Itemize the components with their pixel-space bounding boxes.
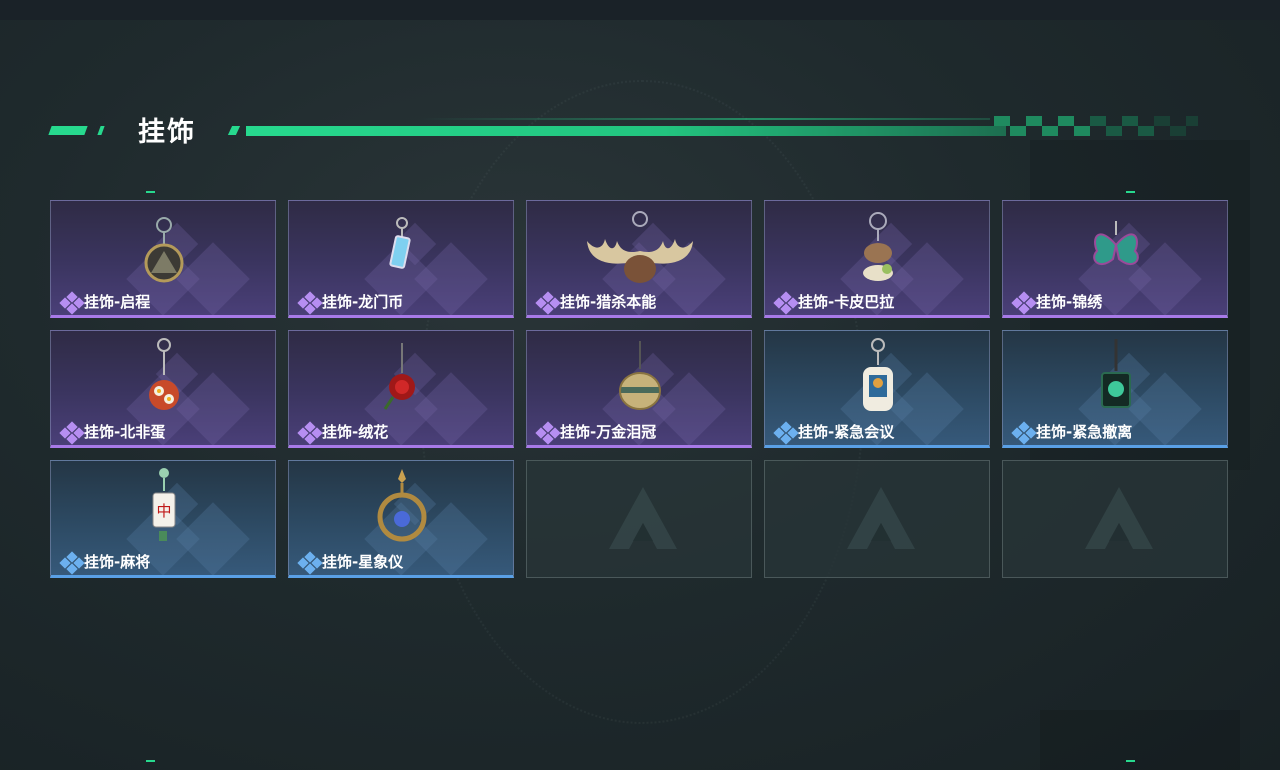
- rarity-diamond-icon: [297, 291, 323, 315]
- empty-charm-slot[interactable]: [526, 460, 752, 578]
- frame-corner-mark: [1126, 760, 1135, 762]
- empty-slot-logo-icon: [1083, 483, 1155, 555]
- charm-card[interactable]: 挂饰-万金泪冠: [526, 330, 752, 448]
- charm-label: 挂饰-北非蛋: [84, 423, 166, 441]
- flower-charm-icon: [383, 343, 415, 410]
- header-thin-line: [420, 118, 990, 120]
- charm-label: 挂饰-启程: [84, 293, 151, 311]
- rarity-diamond-icon: [535, 291, 561, 315]
- charm-card[interactable]: 挂饰-星象仪: [288, 460, 514, 578]
- frame-corner-mark: [146, 760, 155, 762]
- frame-corner-mark: [1126, 191, 1135, 193]
- antlers-charm-icon: [587, 211, 693, 283]
- svg-text:中: 中: [156, 502, 171, 520]
- rarity-diamond-icon: [59, 551, 85, 575]
- butterfly-charm-icon: [1093, 221, 1139, 265]
- charm-card[interactable]: 中挂饰-麻将: [50, 460, 276, 578]
- meeting-figure-charm-icon: [863, 338, 893, 411]
- charm-label: 挂饰-星象仪: [322, 553, 404, 571]
- frame-corner-mark: [146, 191, 155, 193]
- empty-slot-logo-icon: [845, 483, 917, 555]
- charm-card[interactable]: 挂饰-龙门币: [288, 200, 514, 318]
- astrolabe-charm-icon: [377, 469, 427, 542]
- egg-dish-charm-icon: [149, 338, 179, 410]
- empty-charm-slot[interactable]: [1002, 460, 1228, 578]
- header-accent-line: [246, 126, 1006, 136]
- charm-card[interactable]: 挂饰-锦绣: [1002, 200, 1228, 318]
- charm-card[interactable]: 挂饰-紧急会议: [764, 330, 990, 448]
- charm-label: 挂饰-卡皮巴拉: [798, 293, 895, 311]
- charm-label: 挂饰-紧急撤离: [1036, 423, 1133, 441]
- pendant-charm-icon: [144, 217, 184, 283]
- rarity-diamond-icon: [535, 421, 561, 445]
- rarity-diamond-icon: [297, 421, 323, 445]
- coin-tag-charm-icon: [389, 217, 411, 269]
- charm-card[interactable]: 挂饰-北非蛋: [50, 330, 276, 448]
- section-title: 挂饰: [138, 117, 196, 148]
- empty-slot-logo-icon: [607, 483, 679, 555]
- charm-card[interactable]: 挂饰-猎杀本能: [526, 200, 752, 318]
- rarity-diamond-icon: [1011, 421, 1037, 445]
- charm-label: 挂饰-猎杀本能: [560, 293, 657, 311]
- header-accent-dash: [48, 126, 88, 135]
- rarity-diamond-icon: [297, 551, 323, 575]
- capybara-charm-icon: [863, 212, 893, 281]
- header-checker-pattern: [992, 116, 1202, 136]
- charm-label: 挂饰-龙门币: [322, 293, 404, 311]
- header-accent-dash: [97, 126, 105, 135]
- charm-card[interactable]: 挂饰-卡皮巴拉: [764, 200, 990, 318]
- rarity-diamond-icon: [59, 421, 85, 445]
- empty-charm-slot[interactable]: [764, 460, 990, 578]
- charm-card[interactable]: 挂饰-绒花: [288, 330, 514, 448]
- charm-label: 挂饰-麻将: [84, 553, 151, 571]
- evacuation-sign-charm-icon: [1101, 339, 1131, 408]
- charm-label: 挂饰-紧急会议: [798, 423, 895, 441]
- charm-card[interactable]: 挂饰-启程: [50, 200, 276, 318]
- rarity-diamond-icon: [773, 421, 799, 445]
- rarity-diamond-icon: [773, 291, 799, 315]
- background-panel: [1040, 710, 1240, 770]
- rarity-diamond-icon: [59, 291, 85, 315]
- charm-label: 挂饰-万金泪冠: [560, 423, 657, 441]
- rarity-diamond-icon: [1011, 291, 1037, 315]
- charm-label: 挂饰-锦绣: [1036, 293, 1103, 311]
- header-accent-dash: [227, 126, 241, 135]
- charm-card[interactable]: 挂饰-紧急撤离: [1002, 330, 1228, 448]
- charm-label: 挂饰-绒花: [322, 423, 389, 441]
- mahjong-tile-charm-icon: 中: [152, 468, 176, 541]
- crown-orb-charm-icon: [619, 341, 661, 410]
- top-bar: [0, 0, 1280, 20]
